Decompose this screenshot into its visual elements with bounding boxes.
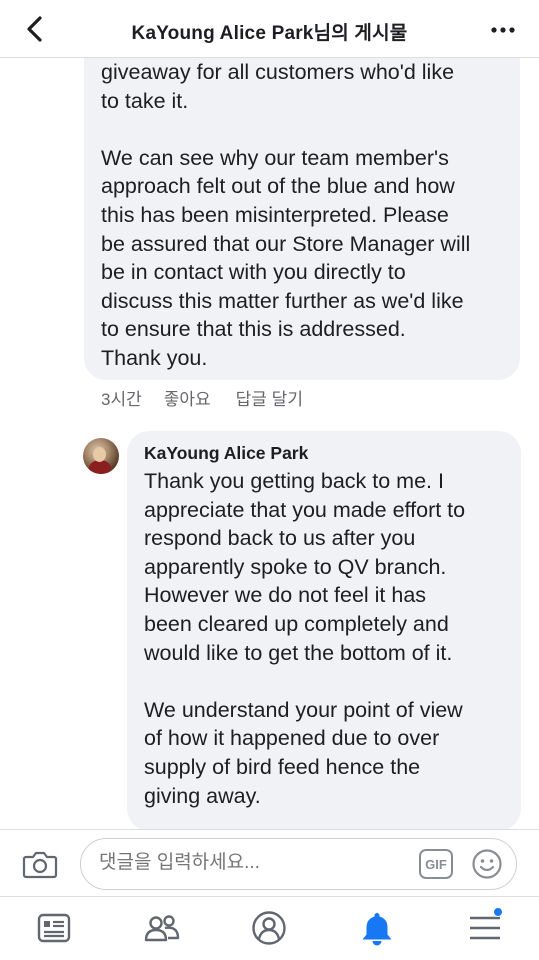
bell-icon	[362, 913, 392, 946]
comment-line: apparently spoke to QV branch.	[144, 554, 447, 579]
comment-line: We can see why our team member's	[101, 145, 449, 170]
camera-icon	[22, 851, 58, 879]
comment-actions: 3시간 좋아요 답글 달기	[101, 385, 328, 410]
comment-line: be in contact with you directly to	[101, 260, 406, 285]
comment-line: discuss this matter further as we'd like	[101, 288, 464, 313]
smiley-icon	[472, 849, 502, 879]
comment-line: Thank you.	[101, 345, 208, 370]
tab-profile[interactable]	[250, 909, 288, 947]
reply-link[interactable]: 답글 달기	[236, 385, 303, 410]
comment-line: However we do not feel it has	[144, 583, 427, 608]
reply-comment-bubble: giveaway for all customers who'd like to…	[84, 58, 520, 380]
like-link[interactable]: 좋아요	[164, 385, 211, 410]
tab-news-feed[interactable]	[35, 909, 73, 947]
comment-input[interactable]	[99, 852, 399, 874]
comment-line: to take it.	[101, 88, 189, 113]
groups-icon	[144, 915, 180, 942]
bottom-tab-bar	[0, 896, 539, 960]
comment-author[interactable]: KaYoung Alice Park	[144, 443, 308, 464]
more-icon	[491, 27, 515, 33]
comment-composer: GIF	[0, 829, 539, 896]
comment-line: would like to get the bottom of it.	[144, 640, 453, 665]
comment-line: Thank you getting back to me. I	[144, 469, 444, 493]
comment-line: giveaway for all customers who'd like	[101, 60, 455, 84]
comment-line: supply of bird feed hence the	[144, 754, 421, 779]
emoji-button[interactable]	[471, 848, 503, 880]
comment-line: of how it happened due to over	[144, 726, 440, 751]
comment-line: respond back to us after you	[144, 526, 416, 551]
comment-line: to ensure that this is addressed.	[101, 317, 406, 342]
avatar[interactable]	[83, 438, 119, 474]
tab-groups[interactable]	[143, 909, 181, 947]
profile-icon	[252, 911, 286, 945]
page-title: KaYoung Alice Park님의 게시물	[131, 23, 408, 44]
comment-line: We understand your point of view	[144, 697, 463, 722]
more-options-button[interactable]	[487, 14, 519, 46]
comment-line: giving away.	[144, 783, 261, 808]
comment-line: this has been misinterpreted. Please	[101, 202, 449, 227]
user-comment-text: Thank you getting back to me. I apprecia…	[144, 467, 514, 810]
camera-button[interactable]	[22, 848, 58, 880]
comment-line: be assured that our Store Manager will	[101, 231, 471, 256]
tab-notifications[interactable]	[358, 909, 396, 947]
gif-button[interactable]: GIF	[419, 849, 453, 879]
comment-line: appreciate that you made effort to	[144, 497, 466, 522]
news-feed-icon	[37, 913, 71, 943]
reply-comment-text: giveaway for all customers who'd like to…	[101, 58, 513, 373]
top-bar: KaYoung Alice Park님의 게시물	[0, 0, 539, 58]
tab-menu[interactable]	[466, 907, 504, 947]
comment-timestamp[interactable]: 3시간	[101, 385, 142, 410]
comment-input-wrapper: GIF	[80, 838, 517, 890]
comment-line: been cleared up completely and	[144, 611, 449, 636]
comment-line: approach felt out of the blue and how	[101, 174, 455, 199]
notification-dot	[493, 907, 503, 917]
comments-thread: giveaway for all customers who'd like to…	[0, 58, 539, 829]
user-comment-bubble: KaYoung Alice Park Thank you getting bac…	[127, 431, 521, 829]
